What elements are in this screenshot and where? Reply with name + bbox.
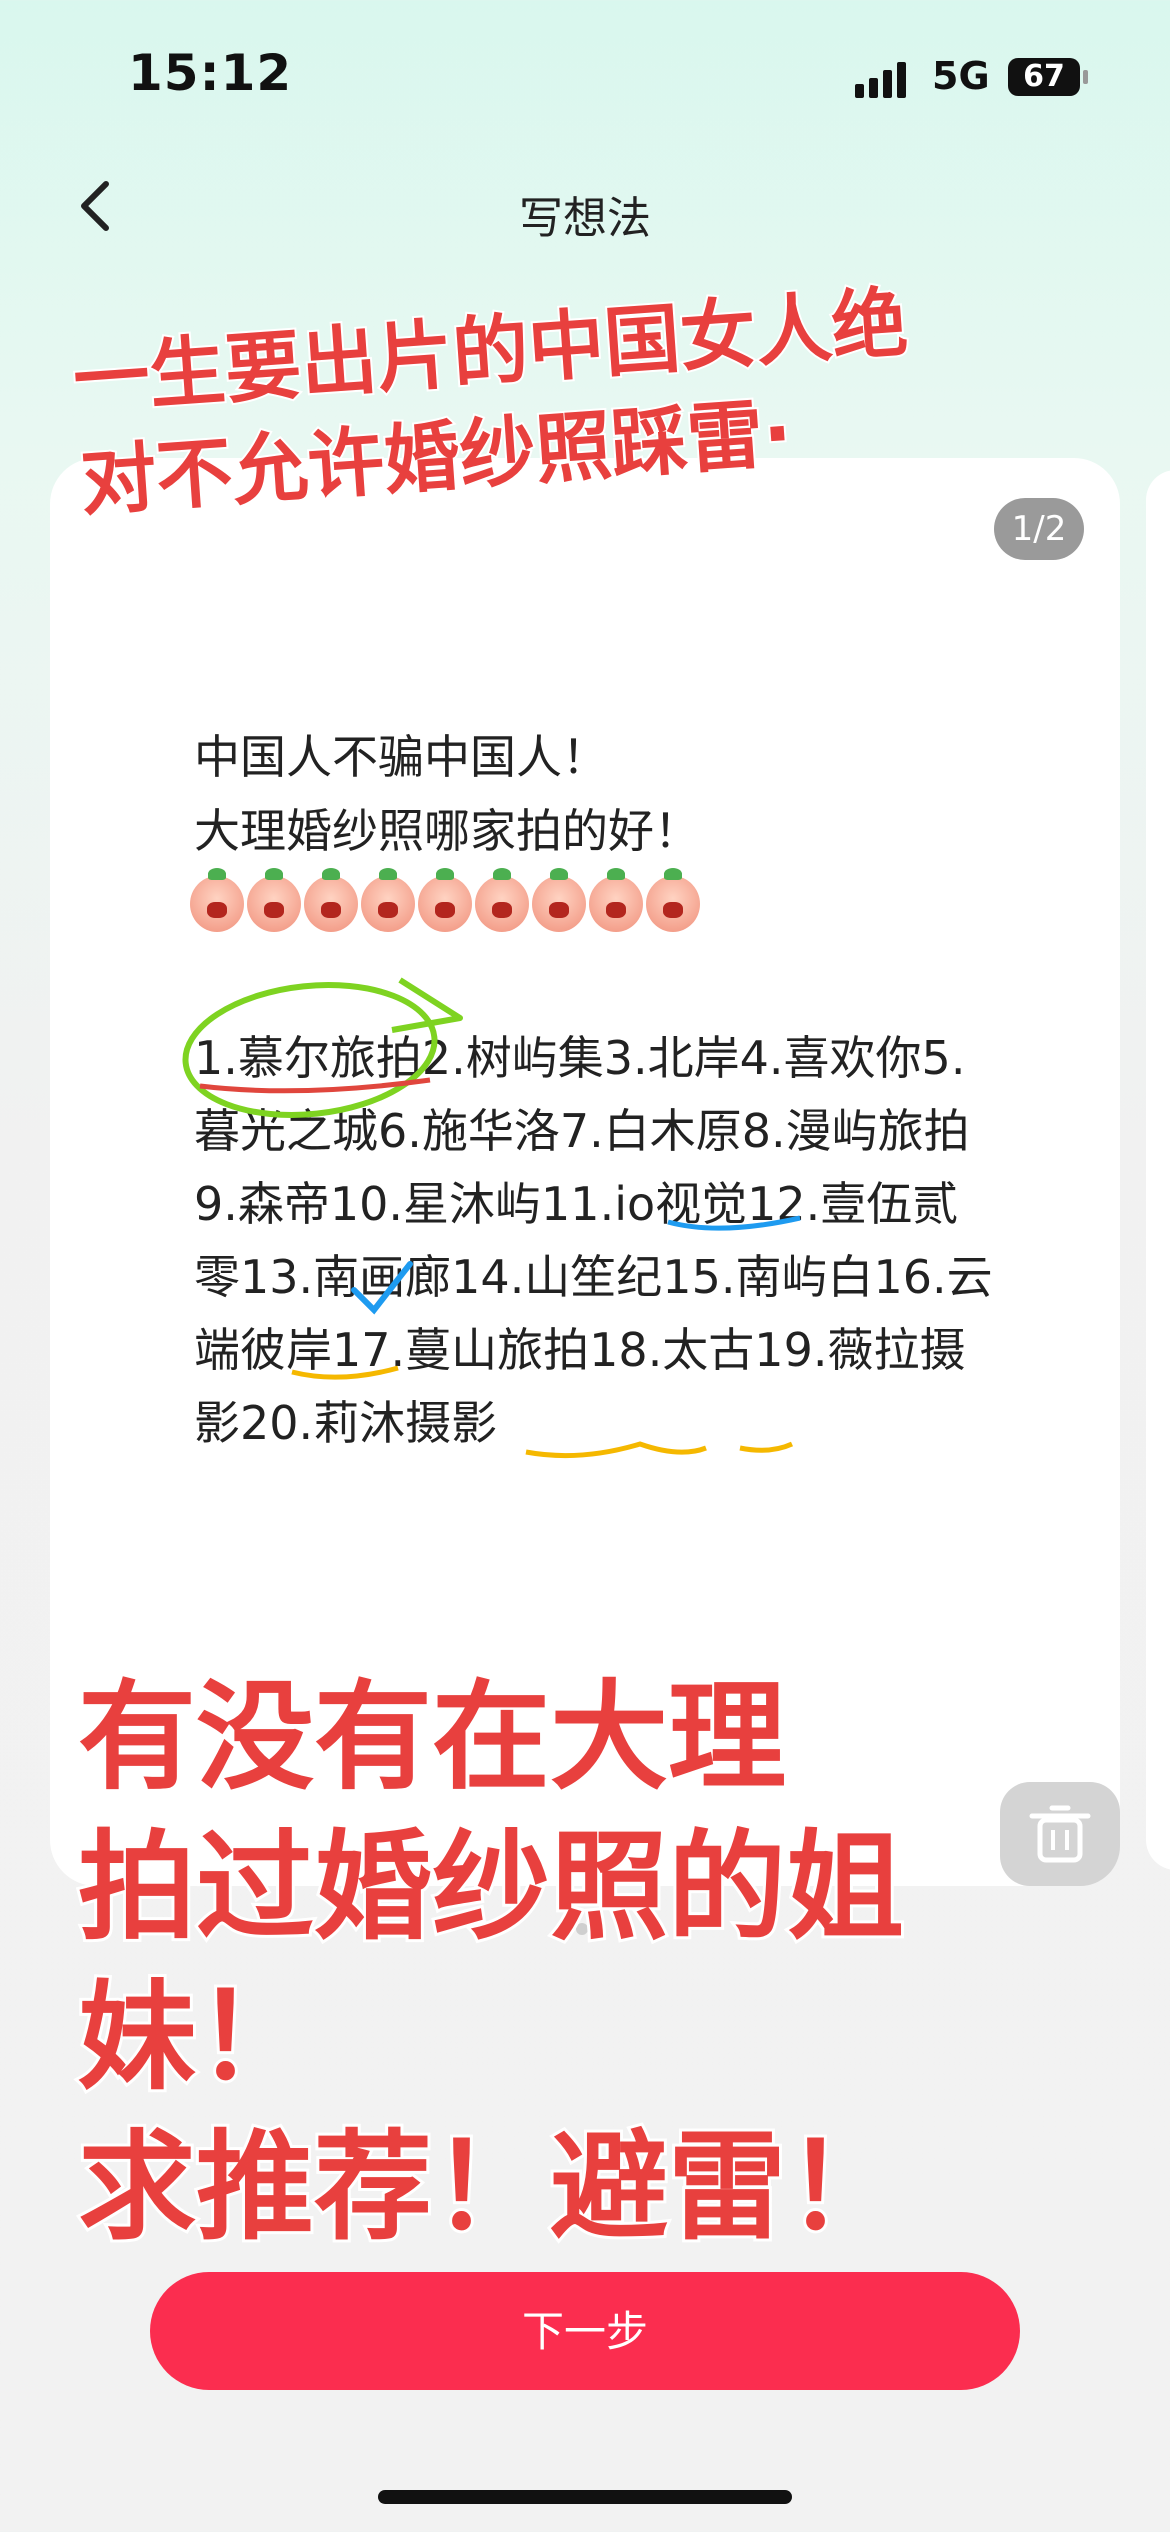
battery-icon: 67 — [1008, 58, 1080, 96]
note-line-1: 中国人不骗中国人！ — [194, 730, 608, 784]
next-card-preview[interactable] — [1146, 470, 1170, 1870]
network-type: 5G — [932, 54, 990, 98]
crying-peach-emoji-icon — [589, 868, 643, 932]
crying-peach-emoji-icon — [532, 868, 586, 932]
battery-cap — [1083, 70, 1088, 84]
note-body: 中国人不骗中国人！ 大理婚纱照哪家拍的好！ — [194, 720, 984, 868]
note-line-2: 大理婚纱照哪家拍的好！ — [194, 804, 700, 858]
nav-bar: 写想法 — [0, 160, 1170, 250]
overlay-caption-line: 有没有在大理 — [75, 1665, 789, 1809]
studio-list: 1.慕尔旅拍2.树屿集3.北岸4.喜欢你5.暮光之城6.施华洛7.白木原8.漫屿… — [194, 1031, 993, 1450]
crying-peach-emoji-icon — [475, 868, 529, 932]
page-title: 写想法 — [519, 193, 651, 244]
overlay-caption-line: 拍过婚纱照的姐妹！ — [75, 1815, 907, 2109]
crying-peach-emoji-icon — [304, 868, 358, 932]
status-time: 15:12 — [128, 44, 293, 102]
home-indicator[interactable] — [378, 2490, 792, 2504]
crying-peach-emoji-icon — [190, 868, 244, 932]
crying-peach-emoji-icon — [646, 868, 700, 932]
next-step-button[interactable]: 下一步 — [150, 2272, 1020, 2390]
overlay-caption: 有没有在大理 拍过婚纱照的姐妹！ 求推荐！避雷！ — [75, 1662, 1138, 2262]
cellular-signal-icon — [855, 60, 915, 98]
overlay-caption-line: 求推荐！避雷！ — [75, 2115, 907, 2259]
crying-peach-emoji-icon — [247, 868, 301, 932]
status-bar: 15:12 5G 67 — [0, 0, 1170, 150]
crying-peach-emoji-icon — [361, 868, 415, 932]
crying-peach-emoji-icon — [418, 868, 472, 932]
page-indicator: 1/2 — [994, 498, 1084, 560]
